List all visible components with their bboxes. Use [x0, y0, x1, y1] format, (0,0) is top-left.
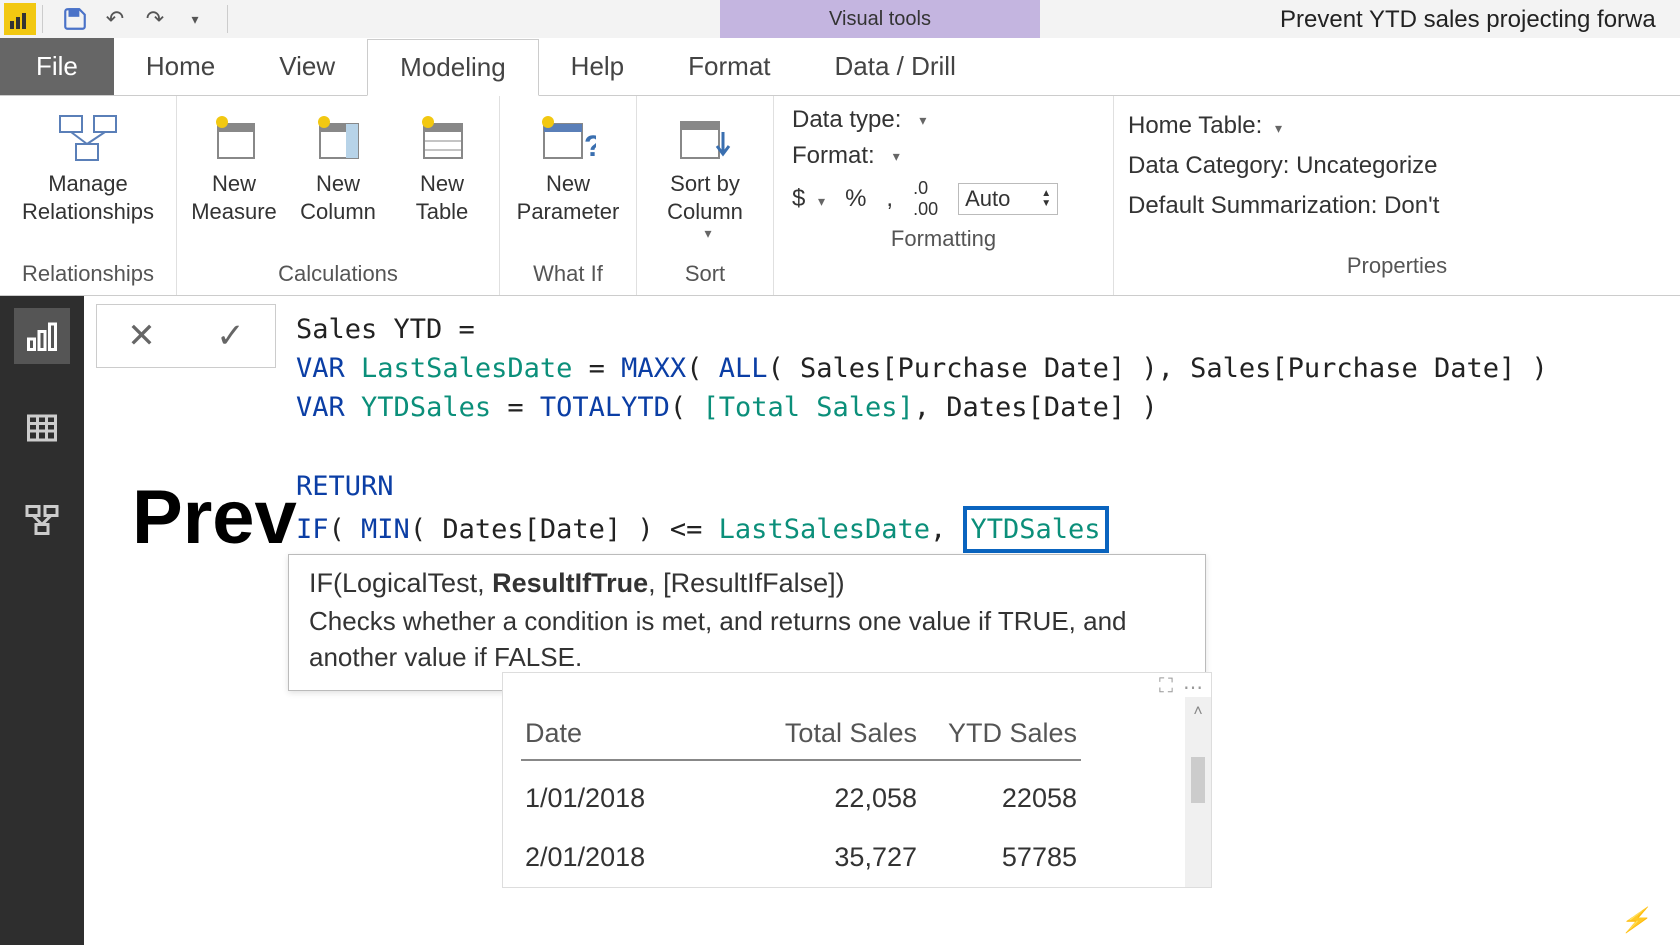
save-button[interactable]: [57, 3, 93, 35]
focus-mode-icon[interactable]: ⛶: [1159, 675, 1173, 700]
report-view-button[interactable]: [14, 308, 70, 364]
data-view-button[interactable]: [14, 400, 70, 456]
dax-formula-editor[interactable]: Sales YTD = VAR LastSalesDate = MAXX( AL…: [276, 296, 1568, 567]
formula-cancel-button[interactable]: ✕: [127, 316, 156, 356]
report-canvas: ✕ ✓ Sales YTD = VAR LastSalesDate = MAXX…: [84, 296, 1680, 945]
default-summarization-dropdown[interactable]: Default Summarization: Don't: [1128, 186, 1666, 226]
format-dropdown[interactable]: ▾: [887, 148, 900, 165]
data-category-dropdown[interactable]: Data Category: Uncategorize: [1128, 146, 1666, 186]
tab-data-drill[interactable]: Data / Drill: [803, 38, 988, 95]
data-type-label: Data type:: [792, 106, 901, 134]
group-label-sort: Sort: [645, 259, 765, 293]
group-label-calculations: Calculations: [185, 259, 491, 293]
measure-icon: [210, 106, 258, 170]
home-table-label: Home Table:: [1128, 112, 1262, 139]
tab-format[interactable]: Format: [656, 38, 802, 95]
title-bar: ↶ ↷ ▾ Visual tools Prevent YTD sales pro…: [0, 0, 1680, 38]
decimal-places-input[interactable]: Auto ▲▼: [958, 183, 1058, 215]
undo-button[interactable]: ↶: [97, 3, 133, 35]
group-label-formatting: Formatting: [782, 224, 1105, 258]
tab-modeling[interactable]: Modeling: [367, 39, 539, 96]
relationships-icon: [58, 106, 118, 170]
column-header-ytd-sales[interactable]: YTD Sales: [921, 710, 1081, 761]
document-title: Prevent YTD sales projecting forwa: [1280, 0, 1680, 38]
table-row: 2/01/2018 35,727 57785: [503, 828, 1211, 887]
table-scrollbar[interactable]: ˄: [1185, 697, 1211, 887]
tab-file[interactable]: File: [0, 38, 114, 95]
group-label-relationships: Relationships: [8, 259, 168, 293]
home-table-dropdown[interactable]: ▾: [1269, 120, 1282, 136]
redo-button[interactable]: ↷: [137, 3, 173, 35]
column-icon: [314, 106, 362, 170]
new-table-button[interactable]: New Table: [393, 102, 491, 225]
column-header-date[interactable]: Date: [521, 710, 721, 761]
tab-home[interactable]: Home: [114, 38, 247, 95]
thousands-button[interactable]: ,: [886, 185, 893, 213]
group-label-properties: Properties: [1128, 251, 1666, 285]
group-label-whatif: What If: [508, 259, 628, 293]
sort-icon: [677, 106, 733, 170]
app-logo: [4, 3, 36, 35]
manage-relationships-button[interactable]: Manage Relationships: [8, 102, 168, 225]
tab-view[interactable]: View: [247, 38, 367, 95]
sort-by-column-button[interactable]: Sort by Column▾: [645, 102, 765, 243]
svg-text:?: ?: [584, 130, 596, 162]
column-header-total-sales[interactable]: Total Sales: [721, 710, 921, 761]
table-row: 1/01/2018 22,058 22058: [503, 769, 1211, 828]
format-label: Format:: [792, 142, 875, 170]
intellisense-tooltip: IF(LogicalTest, ResultIfTrue, [ResultIfF…: [288, 554, 1206, 691]
table-visual[interactable]: ⛶ ⋯ Date Total Sales YTD Sales 1/01/2018…: [502, 672, 1212, 888]
new-column-button[interactable]: New Column: [289, 102, 387, 225]
scroll-up-icon[interactable]: ˄: [1193, 703, 1202, 721]
decimals-icon: .0.00: [913, 178, 938, 220]
new-parameter-button[interactable]: ? New Parameter: [508, 102, 628, 225]
ribbon-tabs: File Home View Modeling Help Format Data…: [0, 38, 1680, 96]
view-rail: [0, 296, 84, 945]
tab-help[interactable]: Help: [539, 38, 656, 95]
table-icon: [418, 106, 466, 170]
new-measure-button[interactable]: New Measure: [185, 102, 283, 225]
model-view-button[interactable]: [14, 492, 70, 548]
context-tab-visual-tools: Visual tools: [720, 0, 1040, 38]
page-title: Prev: [132, 474, 302, 561]
cursor-token: YTDSales: [963, 506, 1109, 553]
qat-customize[interactable]: ▾: [177, 3, 213, 35]
data-type-dropdown[interactable]: ▾: [913, 112, 926, 129]
watermark-icon: ⚡: [1620, 906, 1650, 935]
formula-commit-button[interactable]: ✓: [216, 316, 245, 356]
parameter-icon: ?: [540, 106, 596, 170]
currency-button[interactable]: $ ▾: [792, 185, 825, 213]
percent-button[interactable]: %: [845, 185, 866, 213]
ribbon: Manage Relationships Relationships New M…: [0, 96, 1680, 296]
